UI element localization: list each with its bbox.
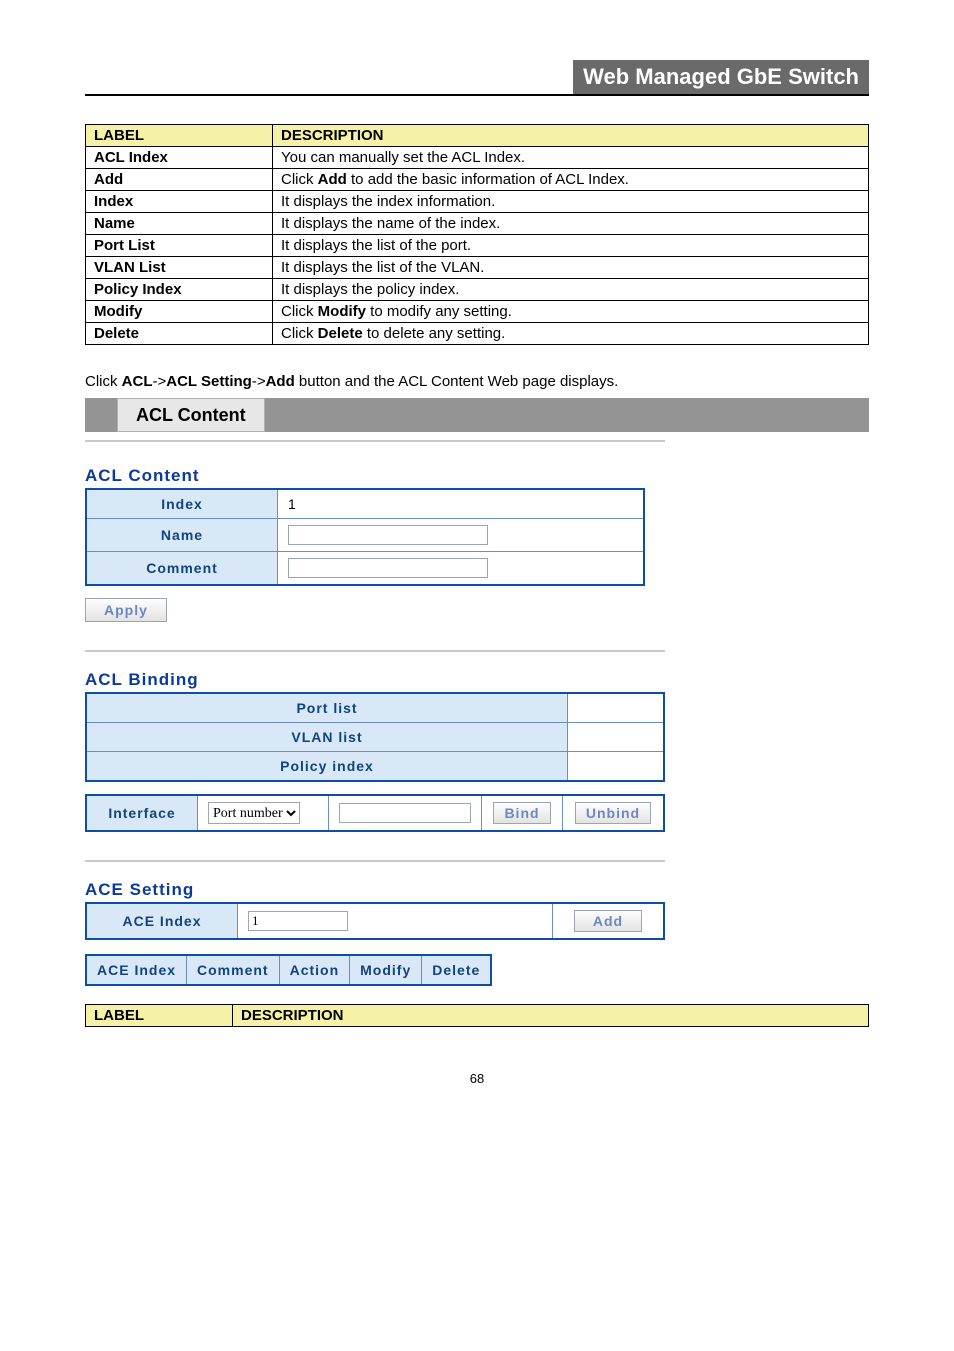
cell-bind: Bind (482, 795, 563, 831)
label-interface: Interface (86, 795, 198, 831)
table-header-row: LABEL DESCRIPTION (86, 125, 869, 147)
row-desc: It displays the policy index. (273, 279, 869, 301)
row-desc: Click Add to add the basic information o… (273, 169, 869, 191)
divider (85, 860, 665, 862)
th-description: DESCRIPTION (273, 125, 869, 147)
table-row: Name It displays the name of the index. (86, 213, 869, 235)
cell-comment-value (278, 552, 645, 586)
table-row: Index It displays the index information. (86, 191, 869, 213)
label-description-table: LABEL DESCRIPTION ACL Index You can manu… (85, 124, 869, 345)
apply-button[interactable]: Apply (85, 598, 167, 622)
row-policy-index: Policy index (86, 752, 664, 782)
interface-bind-table: Interface Port number Bind Unbind (85, 794, 665, 832)
row-label: Index (86, 191, 273, 213)
label-vlan-list: VLAN list (86, 723, 568, 752)
table-row: Delete Click Delete to delete any settin… (86, 323, 869, 345)
ace-list-table: ACE Index Comment Action Modify Delete (85, 954, 492, 986)
row-desc: Click Modify to modify any setting. (273, 301, 869, 323)
label-ace-index: ACE Index (86, 903, 238, 939)
cell-unbind: Unbind (563, 795, 665, 831)
row-comment: Comment (86, 552, 644, 586)
row-label: VLAN List (86, 257, 273, 279)
add-button[interactable]: Add (574, 910, 642, 932)
row-label: ACL Index (86, 147, 273, 169)
tab-spacer-left (85, 398, 117, 432)
cell-interface-input (329, 795, 482, 831)
row-interface: Interface Port number Bind Unbind (86, 795, 664, 831)
page-header: Web Managed GbE Switch (85, 60, 869, 96)
row-label: Add (86, 169, 273, 191)
cell-interface-select: Port number (198, 795, 329, 831)
row-label: Port List (86, 235, 273, 257)
th-comment: Comment (187, 955, 280, 985)
label-index: Index (86, 489, 278, 519)
row-desc: You can manually set the ACL Index. (273, 147, 869, 169)
cell-add: Add (553, 903, 665, 939)
divider (85, 440, 665, 442)
table-row: Add Click Add to add the basic informati… (86, 169, 869, 191)
tab-bar: ACL Content (85, 398, 869, 432)
th-label: LABEL (86, 125, 273, 147)
table-row: Policy Index It displays the policy inde… (86, 279, 869, 301)
label-policy-index: Policy index (86, 752, 568, 782)
row-port-list: Port list (86, 693, 664, 723)
cell-port-list-value (568, 693, 665, 723)
row-vlan-list: VLAN list (86, 723, 664, 752)
interface-input[interactable] (339, 803, 471, 823)
row-label: Policy Index (86, 279, 273, 301)
ace-index-table: ACE Index Add (85, 902, 665, 940)
cell-policy-index-value (568, 752, 665, 782)
section-title-ace-setting: ACE Setting (85, 880, 869, 900)
cell-vlan-list-value (568, 723, 665, 752)
tab-acl-content[interactable]: ACL Content (117, 398, 265, 432)
acl-binding-table: Port list VLAN list Policy index (85, 692, 665, 782)
interface-select[interactable]: Port number (208, 802, 300, 824)
th-description: DESCRIPTION (233, 1005, 869, 1027)
row-desc: It displays the name of the index. (273, 213, 869, 235)
instruction-text: Click ACL->ACL Setting->Add button and t… (85, 373, 869, 390)
th-delete: Delete (422, 955, 492, 985)
section-title-acl-binding: ACL Binding (85, 670, 869, 690)
table-row: Port List It displays the list of the po… (86, 235, 869, 257)
row-label: Modify (86, 301, 273, 323)
section-title-acl-content: ACL Content (85, 466, 869, 486)
index-value: 1 (288, 496, 297, 512)
row-desc: It displays the list of the port. (273, 235, 869, 257)
row-label: Delete (86, 323, 273, 345)
row-name: Name (86, 519, 644, 552)
cell-name-value (278, 519, 645, 552)
acl-content-table: Index 1 Name Comment (85, 488, 645, 586)
divider (85, 650, 665, 652)
row-index: Index 1 (86, 489, 644, 519)
name-input[interactable] (288, 525, 488, 545)
page-number: 68 (85, 1071, 869, 1086)
row-desc: It displays the list of the VLAN. (273, 257, 869, 279)
th-label: LABEL (86, 1005, 233, 1027)
row-label: Name (86, 213, 273, 235)
comment-input[interactable] (288, 558, 488, 578)
label-description-table-2: LABEL DESCRIPTION (85, 1004, 869, 1027)
table-row: ACL Index You can manually set the ACL I… (86, 147, 869, 169)
cell-index-value: 1 (278, 489, 645, 519)
tab-spacer-right (265, 398, 869, 432)
table-row: VLAN List It displays the list of the VL… (86, 257, 869, 279)
ace-list-header: ACE Index Comment Action Modify Delete (86, 955, 491, 985)
ace-index-input[interactable] (248, 911, 348, 931)
row-desc: Click Delete to delete any setting. (273, 323, 869, 345)
cell-ace-index-input (238, 903, 553, 939)
label-port-list: Port list (86, 693, 568, 723)
row-ace-index: ACE Index Add (86, 903, 664, 939)
th-ace-index: ACE Index (86, 955, 187, 985)
bind-button[interactable]: Bind (493, 802, 550, 824)
table-row: Modify Click Modify to modify any settin… (86, 301, 869, 323)
th-modify: Modify (350, 955, 422, 985)
label-name: Name (86, 519, 278, 552)
row-desc: It displays the index information. (273, 191, 869, 213)
unbind-button[interactable]: Unbind (575, 802, 651, 824)
table-header-row: LABEL DESCRIPTION (86, 1005, 869, 1027)
label-comment: Comment (86, 552, 278, 586)
header-title: Web Managed GbE Switch (573, 60, 869, 94)
th-action: Action (279, 955, 350, 985)
